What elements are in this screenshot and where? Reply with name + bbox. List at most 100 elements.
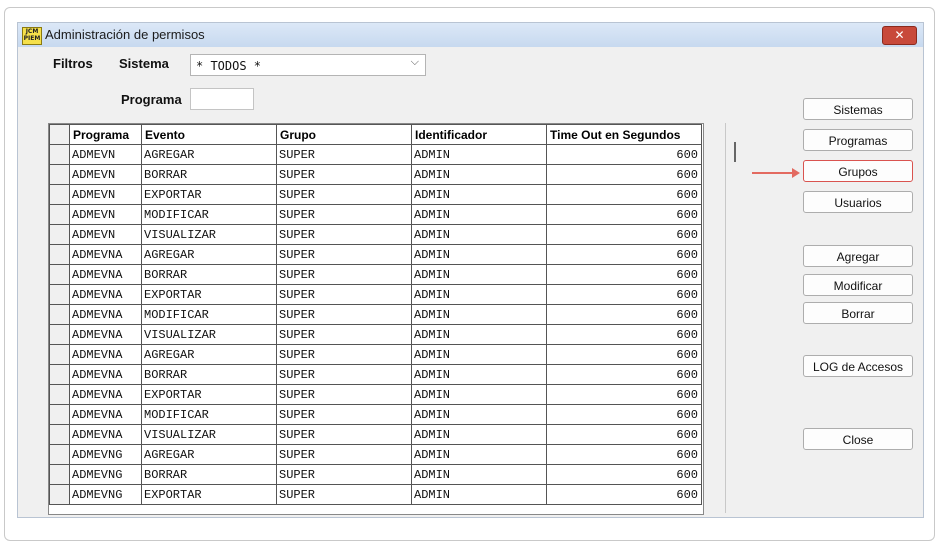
cell-timeout: 600 xyxy=(546,164,702,185)
column-header-evento[interactable]: Evento xyxy=(141,124,277,145)
cell-evento: EXPORTAR xyxy=(141,484,277,505)
cell-programa: ADMEVNA xyxy=(69,424,142,445)
cell-programa: ADMEVNG xyxy=(69,444,142,465)
table-row[interactable]: ADMEVNA AGREGAR SUPER ADMIN 600 xyxy=(49,244,702,265)
table-row[interactable]: ADMEVNA AGREGAR SUPER ADMIN 600 xyxy=(49,344,702,365)
modificar-button[interactable]: Modificar xyxy=(803,274,913,296)
table-row[interactable]: ADMEVNG EXPORTAR SUPER ADMIN 600 xyxy=(49,484,702,505)
programas-button[interactable]: Programas xyxy=(803,129,913,151)
close-icon[interactable]: ✕ xyxy=(882,26,917,45)
cell-identificador: ADMIN xyxy=(411,404,547,425)
row-selector[interactable] xyxy=(49,404,70,425)
row-selector[interactable] xyxy=(49,384,70,405)
cell-grupo: SUPER xyxy=(276,204,412,225)
agregar-button[interactable]: Agregar xyxy=(803,245,913,267)
cell-programa: ADMEVNA xyxy=(69,324,142,345)
cell-evento: VISUALIZAR xyxy=(141,224,277,245)
cell-identificador: ADMIN xyxy=(411,424,547,445)
table-row[interactable]: ADMEVNA VISUALIZAR SUPER ADMIN 600 xyxy=(49,324,702,345)
row-selector[interactable] xyxy=(49,264,70,285)
sistema-select-value: * TODOS * xyxy=(196,59,262,73)
cell-programa: ADMEVNG xyxy=(69,464,142,485)
cell-timeout: 600 xyxy=(546,324,702,345)
row-selector[interactable] xyxy=(49,224,70,245)
cell-evento: EXPORTAR xyxy=(141,184,277,205)
grupos-button[interactable]: Grupos xyxy=(803,160,913,182)
cell-identificador: ADMIN xyxy=(411,164,547,185)
cell-timeout: 600 xyxy=(546,464,702,485)
table-row[interactable]: ADMEVN BORRAR SUPER ADMIN 600 xyxy=(49,164,702,185)
cell-identificador: ADMIN xyxy=(411,304,547,325)
usuarios-button[interactable]: Usuarios xyxy=(803,191,913,213)
column-header-programa[interactable]: Programa xyxy=(69,124,142,145)
row-selector[interactable] xyxy=(49,344,70,365)
table-row[interactable]: ADMEVN MODIFICAR SUPER ADMIN 600 xyxy=(49,204,702,225)
table-row[interactable]: ADMEVNA VISUALIZAR SUPER ADMIN 600 xyxy=(49,424,702,445)
row-selector[interactable] xyxy=(49,424,70,445)
cell-grupo: SUPER xyxy=(276,304,412,325)
cell-identificador: ADMIN xyxy=(411,244,547,265)
sistemas-button[interactable]: Sistemas xyxy=(803,98,913,120)
column-header-timeout[interactable]: Time Out en Segundos xyxy=(546,124,702,145)
cell-evento: EXPORTAR xyxy=(141,384,277,405)
row-selector[interactable] xyxy=(49,364,70,385)
log-accesos-button[interactable]: LOG de Accesos xyxy=(803,355,913,377)
cell-timeout: 600 xyxy=(546,484,702,505)
table-row[interactable]: ADMEVN EXPORTAR SUPER ADMIN 600 xyxy=(49,184,702,205)
row-selector[interactable] xyxy=(49,464,70,485)
cell-grupo: SUPER xyxy=(276,344,412,365)
cell-identificador: ADMIN xyxy=(411,444,547,465)
row-selector[interactable] xyxy=(49,304,70,325)
column-header-grupo[interactable]: Grupo xyxy=(276,124,412,145)
table-row[interactable]: ADMEVNA BORRAR SUPER ADMIN 600 xyxy=(49,364,702,385)
chevron-down-icon[interactable]: ⌵ xyxy=(411,55,419,69)
app-logo-icon: JCM PIEM xyxy=(22,27,42,45)
row-selector[interactable] xyxy=(49,164,70,185)
arrow-head-icon xyxy=(792,168,800,178)
row-selector[interactable] xyxy=(49,204,70,225)
table-row[interactable]: ADMEVN VISUALIZAR SUPER ADMIN 600 xyxy=(49,224,702,245)
row-selector[interactable] xyxy=(49,244,70,265)
programa-label: Programa xyxy=(121,92,182,107)
window-title: Administración de permisos xyxy=(45,27,205,42)
cell-timeout: 600 xyxy=(546,144,702,165)
cell-programa: ADMEVNA xyxy=(69,364,142,385)
header-row: Programa Evento Grupo Identificador Time… xyxy=(49,124,702,145)
column-header-identificador[interactable]: Identificador xyxy=(411,124,547,145)
table-row[interactable]: ADMEVNA MODIFICAR SUPER ADMIN 600 xyxy=(49,304,702,325)
borrar-button[interactable]: Borrar xyxy=(803,302,913,324)
row-selector[interactable] xyxy=(49,484,70,505)
sistema-select[interactable]: * TODOS * ⌵ xyxy=(190,54,426,76)
row-selector[interactable] xyxy=(49,444,70,465)
cell-identificador: ADMIN xyxy=(411,344,547,365)
row-selector[interactable] xyxy=(49,324,70,345)
table-row[interactable]: ADMEVN AGREGAR SUPER ADMIN 600 xyxy=(49,144,702,165)
cell-grupo: SUPER xyxy=(276,244,412,265)
table-row[interactable]: ADMEVNG BORRAR SUPER ADMIN 600 xyxy=(49,464,702,485)
cell-programa: ADMEVNA xyxy=(69,404,142,425)
row-selector[interactable] xyxy=(49,144,70,165)
table-row[interactable]: ADMEVNG AGREGAR SUPER ADMIN 600 xyxy=(49,444,702,465)
cell-grupo: SUPER xyxy=(276,484,412,505)
cell-timeout: 600 xyxy=(546,344,702,365)
cell-identificador: ADMIN xyxy=(411,144,547,165)
table-row[interactable]: ADMEVNA EXPORTAR SUPER ADMIN 600 xyxy=(49,384,702,405)
row-selector[interactable] xyxy=(49,184,70,205)
cell-grupo: SUPER xyxy=(276,364,412,385)
cell-grupo: SUPER xyxy=(276,404,412,425)
cell-identificador: ADMIN xyxy=(411,184,547,205)
permissions-window: JCM PIEM Administración de permisos ✕ Fi… xyxy=(17,22,924,518)
cell-programa: ADMEVNA xyxy=(69,264,142,285)
cell-timeout: 600 xyxy=(546,424,702,445)
cell-identificador: ADMIN xyxy=(411,364,547,385)
cell-grupo: SUPER xyxy=(276,324,412,345)
table-row[interactable]: ADMEVNA BORRAR SUPER ADMIN 600 xyxy=(49,264,702,285)
table-row[interactable]: ADMEVNA MODIFICAR SUPER ADMIN 600 xyxy=(49,404,702,425)
cell-evento: AGREGAR xyxy=(141,144,277,165)
cell-identificador: ADMIN xyxy=(411,324,547,345)
table-row[interactable]: ADMEVNA EXPORTAR SUPER ADMIN 600 xyxy=(49,284,702,305)
close-button[interactable]: Close xyxy=(803,428,913,450)
row-selector[interactable] xyxy=(49,284,70,305)
permissions-grid[interactable]: Programa Evento Grupo Identificador Time… xyxy=(48,123,704,515)
programa-input[interactable] xyxy=(190,88,254,110)
